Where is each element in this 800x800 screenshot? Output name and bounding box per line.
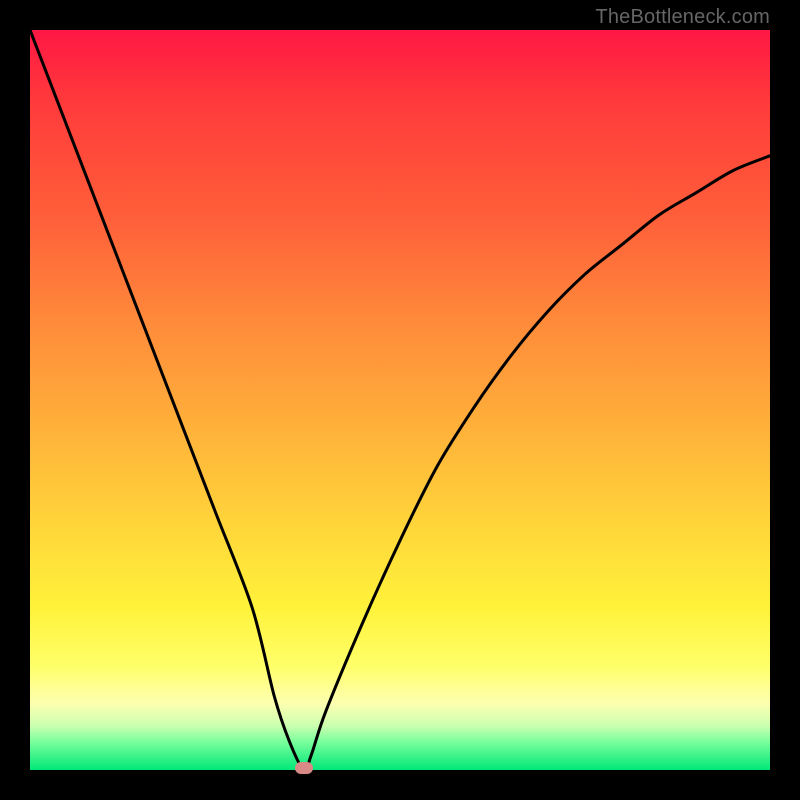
watermark-label: TheBottleneck.com — [595, 6, 770, 29]
plot-area — [30, 30, 770, 770]
bottleneck-curve — [30, 30, 770, 770]
chart-container: TheBottleneck.com — [0, 0, 800, 800]
minimum-marker — [295, 762, 313, 774]
